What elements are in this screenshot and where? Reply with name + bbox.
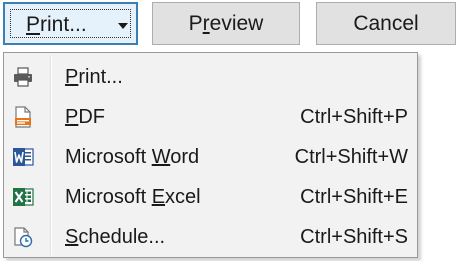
menu-item-pdf[interactable]: PDF Ctrl+Shift+P bbox=[4, 98, 417, 137]
cancel-button[interactable]: Cancel bbox=[316, 2, 456, 45]
word-icon bbox=[12, 146, 34, 168]
print-toolbar: Print... Preview Cancel bbox=[0, 0, 458, 52]
cancel-button-label: Cancel bbox=[353, 12, 419, 35]
menu-item-schedule[interactable]: Schedule... Ctrl+Shift+S bbox=[4, 218, 417, 257]
preview-button-label: Preview bbox=[188, 12, 264, 35]
menu-item-shortcut: Ctrl+Shift+W bbox=[294, 146, 408, 168]
pdf-icon bbox=[12, 106, 34, 128]
print-button-label: Print... bbox=[26, 13, 87, 36]
menu-item-label: Schedule... bbox=[65, 226, 166, 248]
print-dropdown-menu: Print... PDF Ctrl+Shift+P Microsoft Word… bbox=[3, 52, 418, 258]
excel-icon bbox=[12, 186, 34, 208]
preview-button[interactable]: Preview bbox=[152, 2, 300, 45]
menu-item-print[interactable]: Print... bbox=[4, 58, 417, 97]
menu-item-shortcut: Ctrl+Shift+E bbox=[300, 186, 408, 208]
print-dropdown-button[interactable]: Print... bbox=[3, 2, 138, 45]
chevron-down-icon bbox=[118, 23, 128, 29]
menu-item-label: Microsoft Excel bbox=[65, 186, 201, 208]
menu-item-label: PDF bbox=[65, 106, 106, 128]
menu-item-microsoft-excel[interactable]: Microsoft Excel Ctrl+Shift+E bbox=[4, 178, 417, 217]
menu-item-microsoft-word[interactable]: Microsoft Word Ctrl+Shift+W bbox=[4, 138, 417, 177]
menu-item-shortcut: Ctrl+Shift+S bbox=[300, 226, 408, 248]
printer-icon bbox=[12, 66, 34, 88]
menu-item-label: Microsoft Word bbox=[65, 146, 200, 168]
menu-item-shortcut: Ctrl+Shift+P bbox=[300, 106, 408, 128]
menu-item-label: Print... bbox=[65, 66, 123, 88]
schedule-icon bbox=[12, 226, 34, 248]
